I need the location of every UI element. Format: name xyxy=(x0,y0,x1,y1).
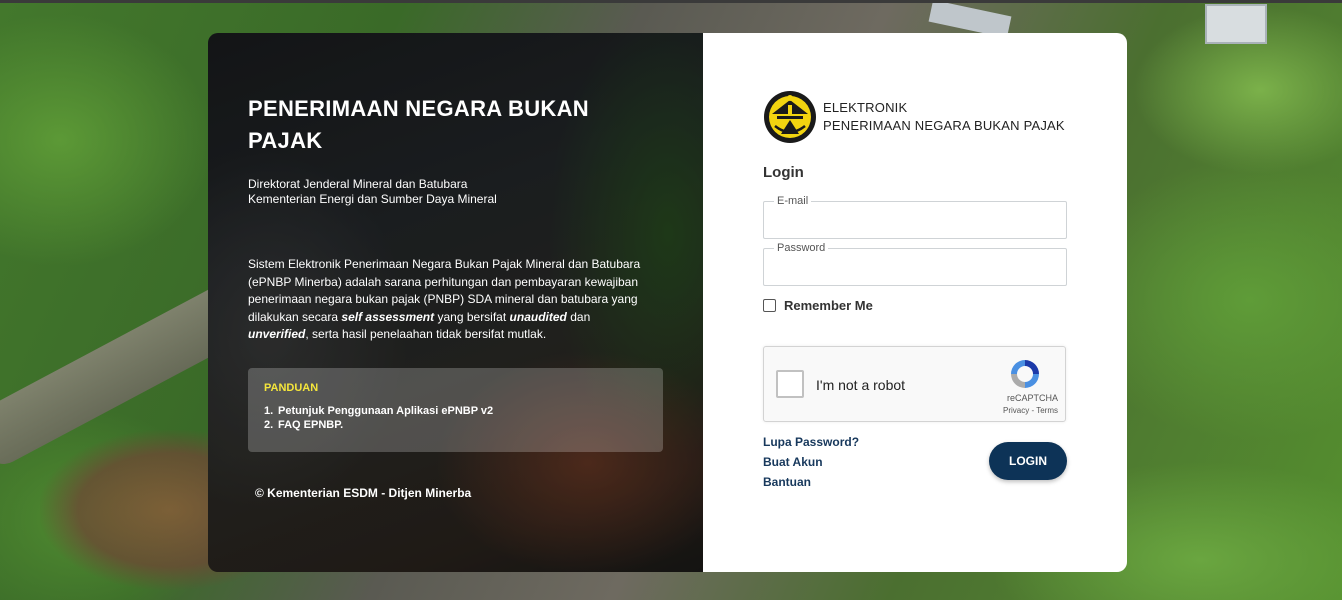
guide-box: PANDUAN 1. Petunjuk Penggunaan Aplikasi … xyxy=(248,368,663,452)
copyright: © Kementerian ESDM - Ditjen Minerba xyxy=(255,486,472,500)
recaptcha-brand: reCAPTCHA xyxy=(1006,393,1058,403)
help-link[interactable]: Bantuan xyxy=(763,472,859,492)
login-heading: Login xyxy=(763,164,804,181)
guide-item-label: FAQ EPNBP. xyxy=(278,419,344,431)
guide-title: PANDUAN xyxy=(264,382,319,394)
recaptcha-logo-icon xyxy=(1011,360,1039,388)
recaptcha-label: I'm not a robot xyxy=(816,377,906,393)
guide-item-number: 1. xyxy=(264,405,274,417)
create-account-link[interactable]: Buat Akun xyxy=(763,452,859,472)
top-strip xyxy=(0,0,1342,3)
organization-line: Kementerian Energi dan Sumber Daya Miner… xyxy=(248,192,497,206)
guide-item-number: 2. xyxy=(264,419,274,431)
guide-list: 1. Petunjuk Penggunaan Aplikasi ePNBP v2… xyxy=(264,404,493,432)
recaptcha-widget: I'm not a robot reCAPTCHA Privacy - Term… xyxy=(763,346,1066,422)
guide-link-faq[interactable]: 2. FAQ EPNBP. xyxy=(264,418,493,432)
description-text: dan xyxy=(570,309,591,324)
password-field[interactable] xyxy=(764,249,1066,285)
description-text: , serta hasil penelaahan tidak bersifat … xyxy=(305,327,547,341)
email-label: E-mail xyxy=(774,195,812,207)
brand: ELEKTRONIK PENERIMAAN NEGARA BUKAN PAJAK xyxy=(763,90,1065,144)
recaptcha-terms-link[interactable]: Privacy - Terms xyxy=(764,406,1058,415)
organization-info: Direktorat Jenderal Mineral dan Batubara… xyxy=(248,177,668,207)
password-field-wrapper: Password xyxy=(763,242,1067,286)
login-button[interactable]: LOGIN xyxy=(989,442,1067,480)
email-field[interactable] xyxy=(764,202,1066,238)
organization-line: Direktorat Jenderal Mineral dan Batubara xyxy=(248,177,468,191)
guide-item-label: Petunjuk Penggunaan Aplikasi ePNBP v2 xyxy=(278,405,494,417)
brand-line: ELEKTRONIK xyxy=(823,100,908,115)
description-emphasis: unaudited xyxy=(509,309,567,324)
remember-me-checkbox[interactable] xyxy=(763,299,776,312)
email-field-wrapper: E-mail xyxy=(763,195,1067,239)
description-text: yang bersifat xyxy=(437,309,507,324)
info-panel: PENERIMAAN NEGARA BUKAN PAJAK Direktorat… xyxy=(208,33,703,572)
login-card: ELEKTRONIK PENERIMAAN NEGARA BUKAN PAJAK… xyxy=(703,33,1127,572)
account-links: Lupa Password? Buat Akun Bantuan xyxy=(763,432,859,492)
background-building xyxy=(1205,4,1267,44)
forgot-password-link[interactable]: Lupa Password? xyxy=(763,432,859,452)
brand-line: PENERIMAAN NEGARA BUKAN PAJAK xyxy=(823,118,1065,133)
description-emphasis: unverified xyxy=(248,327,306,341)
remember-me-label: Remember Me xyxy=(784,298,873,313)
description-emphasis: self assessment xyxy=(341,309,435,324)
password-label: Password xyxy=(774,242,829,254)
remember-me[interactable]: Remember Me xyxy=(763,298,873,313)
guide-link-user-manual[interactable]: 1. Petunjuk Penggunaan Aplikasi ePNBP v2 xyxy=(264,404,493,418)
info-title: PENERIMAAN NEGARA BUKAN PAJAK xyxy=(248,96,589,153)
system-description: Sistem Elektronik Penerimaan Negara Buka… xyxy=(248,256,653,344)
esdm-logo-icon xyxy=(764,91,816,143)
brand-text: ELEKTRONIK PENERIMAAN NEGARA BUKAN PAJAK xyxy=(823,99,1065,135)
